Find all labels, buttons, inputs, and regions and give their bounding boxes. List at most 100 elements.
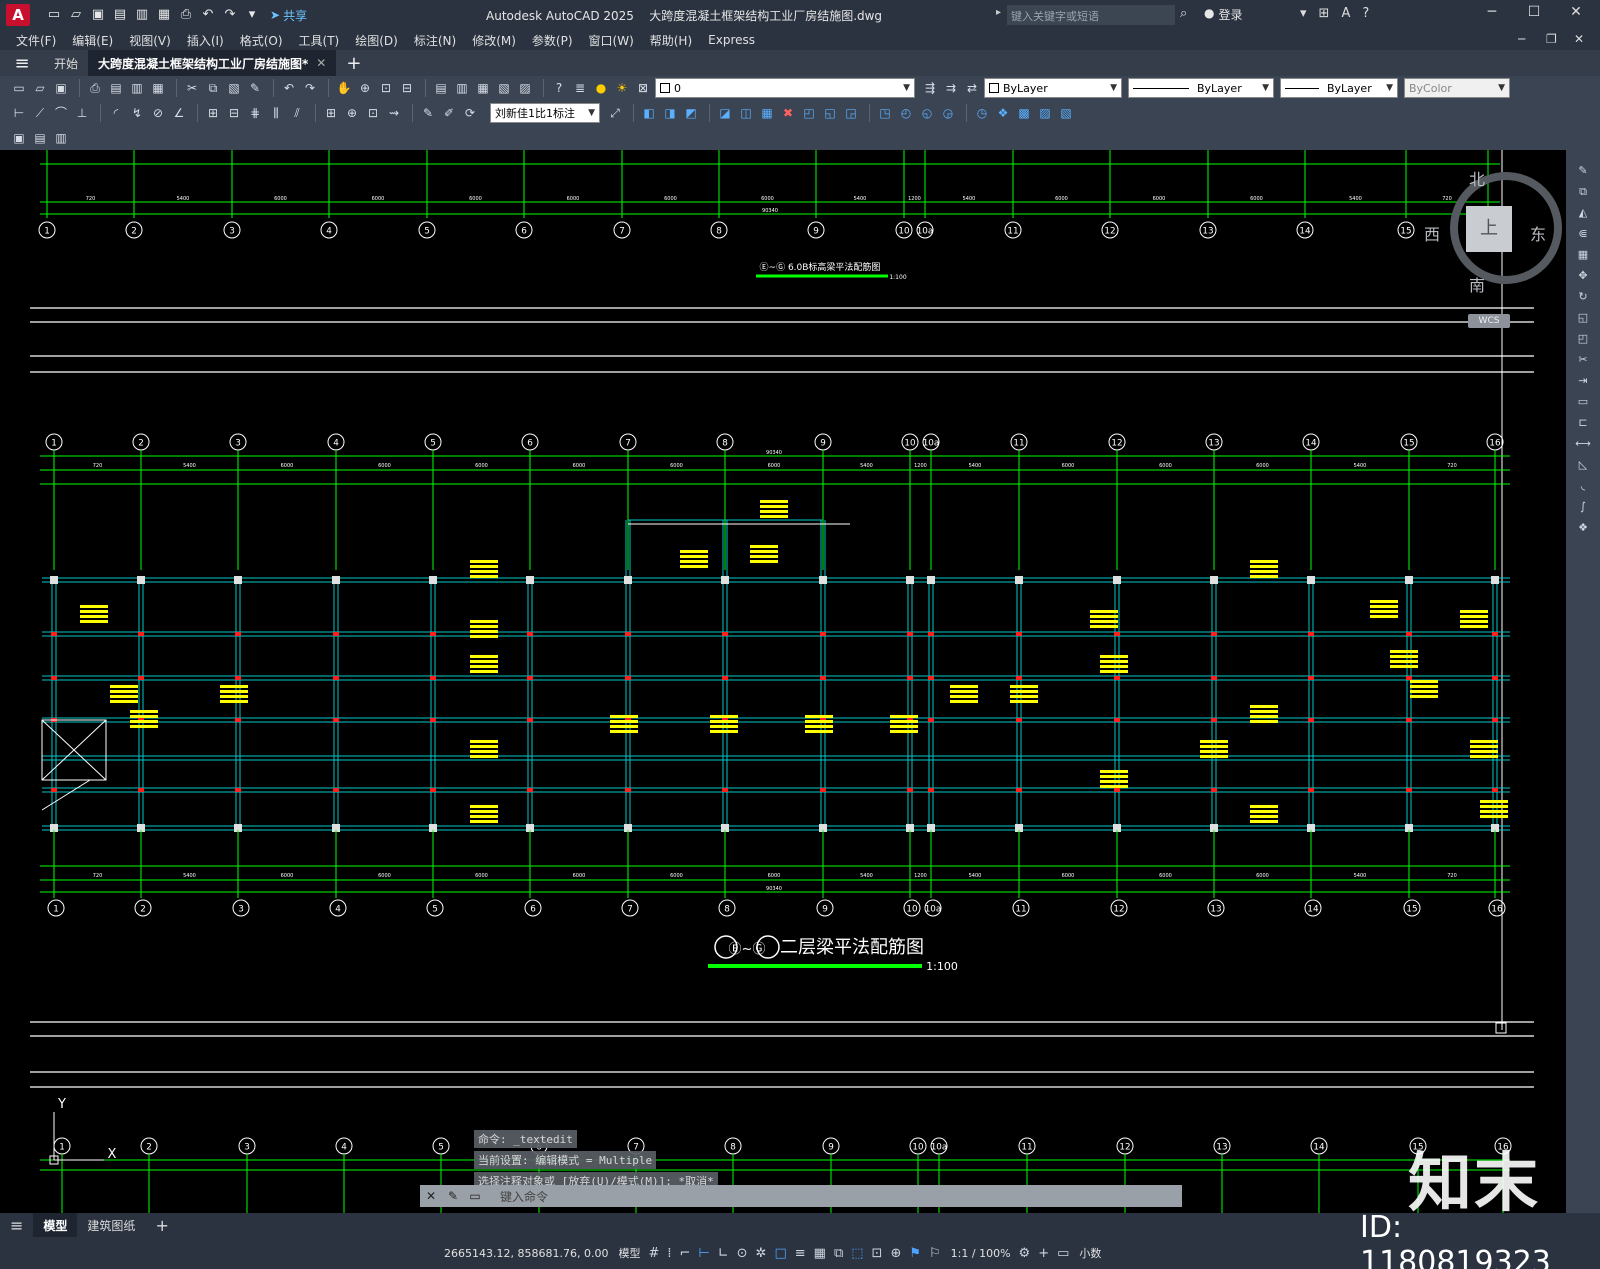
isodraft-icon[interactable]: ⊙ [737, 1246, 748, 1261]
web-icon[interactable]: ▦ [156, 7, 172, 23]
transparency-icon[interactable]: ▦ [814, 1246, 826, 1261]
save-icon[interactable]: ▣ [90, 7, 106, 23]
undo-icon[interactable]: ↶ [280, 79, 298, 97]
dim-aligned-icon[interactable]: ⟋ [31, 104, 49, 122]
open-folder-icon[interactable]: ▱ [68, 7, 84, 23]
dim-update-icon[interactable]: ⟳ [461, 104, 479, 122]
layer-manager-icon[interactable]: ≣ [571, 79, 589, 97]
tab-layout-sheet[interactable]: 建筑图纸 [77, 1213, 145, 1237]
tool-palettes-icon[interactable]: ▦ [474, 79, 492, 97]
viewcube-north[interactable]: 北 [1448, 166, 1506, 190]
auto-scale-icon[interactable]: ⚐ [929, 1246, 941, 1261]
menu-item[interactable]: 标注(N) [414, 32, 456, 49]
dim-baseline-icon[interactable]: ⊟ [225, 104, 243, 122]
layer-combo[interactable]: 0 ▼ [655, 78, 915, 98]
doc-restore-icon[interactable]: ❐ [1546, 32, 1557, 46]
tolerance-icon[interactable]: ⊞ [322, 104, 340, 122]
layer-prev-icon[interactable]: ⇶ [921, 79, 939, 97]
dim-linear-icon[interactable]: ⊢ [10, 104, 28, 122]
mirror-icon[interactable]: ◭ [1574, 204, 1592, 221]
snap-icon[interactable]: ⁞ [667, 1246, 671, 1261]
array-icon[interactable]: ▦ [1574, 246, 1592, 263]
tab-model[interactable]: 模型 [33, 1213, 78, 1237]
help-search-input[interactable]: 键入关键字或短语 [1007, 5, 1175, 25]
make-current-icon[interactable]: ⇉ [942, 79, 960, 97]
modify-scale-icon[interactable]: ◰ [800, 104, 818, 122]
new-tab-button[interactable]: + [336, 50, 371, 76]
move-icon[interactable]: ✥ [1574, 267, 1592, 284]
doc-close-icon[interactable]: ✕ [1574, 32, 1584, 46]
design-center-icon[interactable]: ▥ [453, 79, 471, 97]
preview-icon[interactable]: ▤ [107, 79, 125, 97]
plotstyle-combo[interactable]: ByColor ▼ [1404, 78, 1510, 98]
paste-icon[interactable]: ▧ [225, 79, 243, 97]
explode-icon[interactable]: ❖ [1574, 519, 1592, 536]
dimstyle-combo[interactable]: 刘新佳1比1标注 ▼ [490, 103, 600, 123]
pan-icon[interactable]: ✋ [335, 79, 353, 97]
block-edit-icon[interactable]: ▣ [10, 129, 28, 147]
qdim-icon[interactable]: ⊞ [204, 104, 222, 122]
lineweight-icon[interactable]: ≡ [795, 1246, 806, 1261]
sheet-set-icon[interactable]: ▧ [495, 79, 513, 97]
autodesk-a-icon[interactable]: A [1341, 6, 1350, 21]
chamfer-icon[interactable]: ◺ [1574, 456, 1592, 473]
menu-item[interactable]: Express [708, 33, 755, 47]
block-attr-icon[interactable]: ▥ [52, 129, 70, 147]
menu-item[interactable]: 视图(V) [129, 32, 171, 49]
wcs-menu[interactable]: WCS [1468, 314, 1510, 328]
recent-commands-icon[interactable]: ▭ [464, 1189, 486, 1203]
grid-icon[interactable]: # [648, 1246, 659, 1261]
object-tracking-icon[interactable]: ✲ [756, 1246, 767, 1261]
open-icon[interactable]: ▱ [31, 79, 49, 97]
modify-move-icon[interactable]: ◧ [640, 104, 658, 122]
help-icon[interactable]: ? [550, 79, 568, 97]
cut-icon[interactable]: ✂ [183, 79, 201, 97]
zoom-prev-icon[interactable]: ⊟ [398, 79, 416, 97]
dim-diameter-icon[interactable]: ⊘ [149, 104, 167, 122]
viewcube-west[interactable]: 西 [1424, 221, 1440, 245]
customize-wrench-icon[interactable]: ✎ [442, 1189, 464, 1203]
customize-icon[interactable]: ▾ [244, 7, 260, 23]
autocad-logo-icon[interactable]: A [6, 4, 30, 26]
lineweight-combo[interactable]: ByLayer ▼ [1280, 78, 1398, 98]
new-file-icon[interactable]: ▭ [46, 7, 62, 23]
layout-menu-icon[interactable]: ≡ [0, 1213, 33, 1237]
zoom-window-icon[interactable]: ⊡ [377, 79, 395, 97]
menu-item[interactable]: 绘图(D) [355, 32, 398, 49]
maximize-button[interactable]: ☐ [1522, 4, 1546, 20]
modify-join-icon[interactable]: ◵ [918, 104, 936, 122]
menu-item[interactable]: 插入(I) [187, 32, 224, 49]
menu-item[interactable]: 格式(O) [240, 32, 283, 49]
layer-match-icon[interactable]: ⇄ [963, 79, 981, 97]
search-arrow-icon[interactable]: ▸ [996, 7, 1001, 18]
scale-icon[interactable]: ◱ [1574, 309, 1592, 326]
modify-mirror-icon[interactable]: ◪ [716, 104, 734, 122]
modify-rotate-icon[interactable]: ◩ [682, 104, 700, 122]
menu-hamburger-icon[interactable]: ≡ [0, 50, 44, 76]
viewcube-top-face[interactable]: 上 [1466, 206, 1512, 252]
close-command-icon[interactable]: ✕ [420, 1189, 442, 1203]
object-snap-icon[interactable]: □ [774, 1246, 786, 1261]
sun-icon[interactable]: ☀ [613, 79, 631, 97]
annotation-scale[interactable]: 1:1 / 100% [951, 1247, 1011, 1260]
modify-pedit-icon[interactable]: ▧ [1057, 104, 1075, 122]
search-icon[interactable]: ⌕ [1180, 6, 1187, 21]
modify-break-icon[interactable]: ◴ [897, 104, 915, 122]
color-combo[interactable]: ByLayer ▼ [984, 78, 1122, 98]
modify-trim-icon[interactable]: ◲ [842, 104, 860, 122]
qnew-icon[interactable]: ▭ [10, 79, 28, 97]
login-button[interactable]: ● 登录 [1204, 6, 1243, 23]
save-icon[interactable]: ▣ [52, 79, 70, 97]
annotation-visibility-icon[interactable]: ⚑ [909, 1246, 921, 1261]
menu-item[interactable]: 工具(T) [299, 32, 340, 49]
dynamic-ucs-icon[interactable]: ⊡ [872, 1246, 883, 1261]
match-prop-icon[interactable]: ✎ [246, 79, 264, 97]
help-icon[interactable]: ? [1362, 6, 1369, 21]
trim-icon[interactable]: ✂ [1574, 351, 1592, 368]
dim-angular-icon[interactable]: ∠ [170, 104, 188, 122]
dim-continue-icon[interactable]: ⋕ [246, 104, 264, 122]
3d-osnap-icon[interactable]: ⬚ [851, 1246, 863, 1261]
center-mark-icon[interactable]: ⊕ [343, 104, 361, 122]
jogged-linear-icon[interactable]: ⇝ [385, 104, 403, 122]
menu-item[interactable]: 窗口(W) [589, 32, 634, 49]
